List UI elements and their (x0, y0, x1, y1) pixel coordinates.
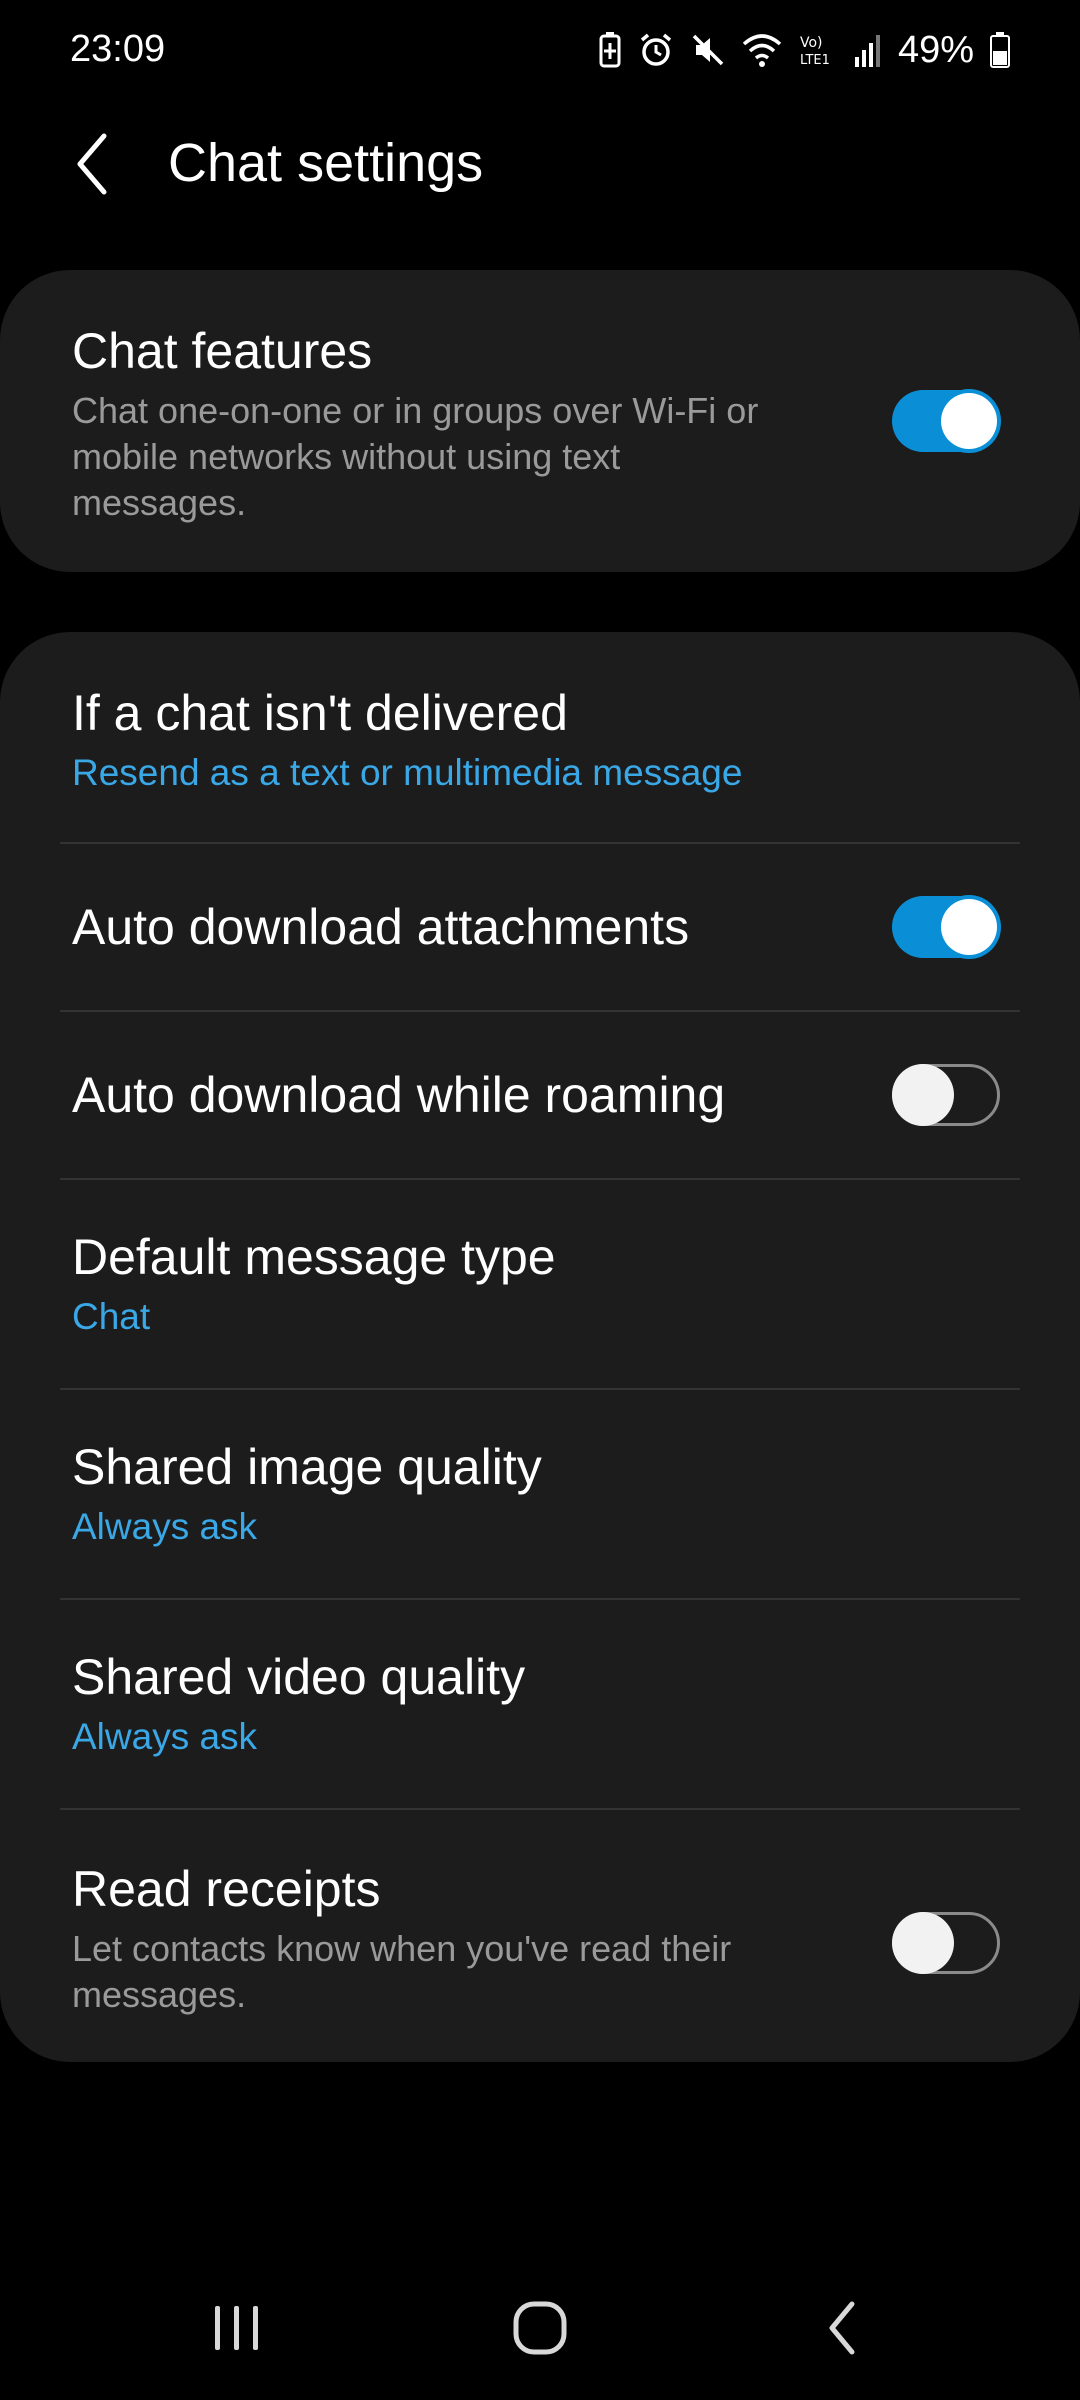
home-button[interactable] (480, 2280, 600, 2380)
home-icon (510, 2298, 570, 2363)
wifi-icon (742, 32, 782, 68)
battery-saver-icon (598, 31, 622, 69)
read-receipts-toggle[interactable] (892, 1912, 1000, 1974)
undelivered-row[interactable]: If a chat isn't delivered Resend as a te… (0, 632, 1080, 842)
chat-features-description: Chat one-on-one or in groups over Wi-Fi … (72, 390, 759, 523)
recent-apps-button[interactable] (177, 2280, 297, 2380)
auto-download-title: Auto download attachments (72, 899, 690, 955)
default-message-type-value: Chat (72, 1296, 151, 1337)
signal-icon (854, 33, 882, 67)
default-message-type-title: Default message type (72, 1229, 556, 1285)
back-nav-button[interactable] (782, 2280, 902, 2380)
chat-features-toggle[interactable] (892, 390, 1000, 452)
auto-download-toggle[interactable] (892, 896, 1000, 958)
recent-apps-icon (209, 2300, 265, 2361)
navigation-bar (0, 2260, 1080, 2400)
status-icons: Vo) LTE1 49% (598, 26, 1010, 74)
toggle-knob (941, 393, 997, 449)
auto-download-roaming-title: Auto download while roaming (72, 1067, 726, 1123)
toggle-knob (892, 1912, 954, 1974)
battery-icon (990, 32, 1010, 68)
alarm-icon (638, 32, 674, 68)
battery-percent: 49% (897, 28, 974, 71)
video-quality-title: Shared video quality (72, 1649, 526, 1705)
mute-icon (690, 32, 726, 68)
svg-text:Vo): Vo) (800, 35, 823, 51)
app-header: Chat settings (0, 110, 1080, 220)
undelivered-value: Resend as a text or multimedia message (72, 752, 743, 793)
auto-download-roaming-row[interactable]: Auto download while roaming (0, 1012, 1080, 1178)
status-bar: 23:09 Vo) LTE1 49% (0, 0, 1080, 100)
back-button[interactable] (62, 128, 122, 204)
image-quality-row[interactable]: Shared image quality Always ask (0, 1390, 1080, 1598)
page-title: Chat settings (168, 133, 484, 193)
chat-features-card: Chat features Chat one-on-one or in grou… (0, 270, 1080, 572)
toggle-knob (941, 899, 997, 955)
read-receipts-row[interactable]: Read receipts Let contacts know when you… (0, 1810, 1080, 2062)
auto-download-row[interactable]: Auto download attachments (0, 844, 1080, 1010)
svg-text:LTE1: LTE1 (800, 53, 830, 68)
video-quality-value: Always ask (72, 1716, 258, 1757)
settings-card: If a chat isn't delivered Resend as a te… (0, 632, 1080, 2062)
toggle-knob (892, 1064, 954, 1126)
undelivered-title: If a chat isn't delivered (72, 685, 568, 741)
chevron-left-icon (72, 132, 112, 201)
default-message-type-row[interactable]: Default message type Chat (0, 1180, 1080, 1388)
auto-download-roaming-toggle[interactable] (892, 1064, 1000, 1126)
read-receipts-description: Let contacts know when you've read their… (72, 1928, 732, 2015)
chat-features-title: Chat features (72, 323, 373, 379)
image-quality-value: Always ask (72, 1506, 258, 1547)
chat-features-row[interactable]: Chat features Chat one-on-one or in grou… (0, 270, 1080, 572)
image-quality-title: Shared image quality (72, 1439, 542, 1495)
back-icon (822, 2298, 862, 2363)
volte-icon: Vo) LTE1 (798, 32, 838, 68)
read-receipts-title: Read receipts (72, 1861, 381, 1917)
video-quality-row[interactable]: Shared video quality Always ask (0, 1600, 1080, 1808)
status-time: 23:09 (70, 28, 166, 70)
